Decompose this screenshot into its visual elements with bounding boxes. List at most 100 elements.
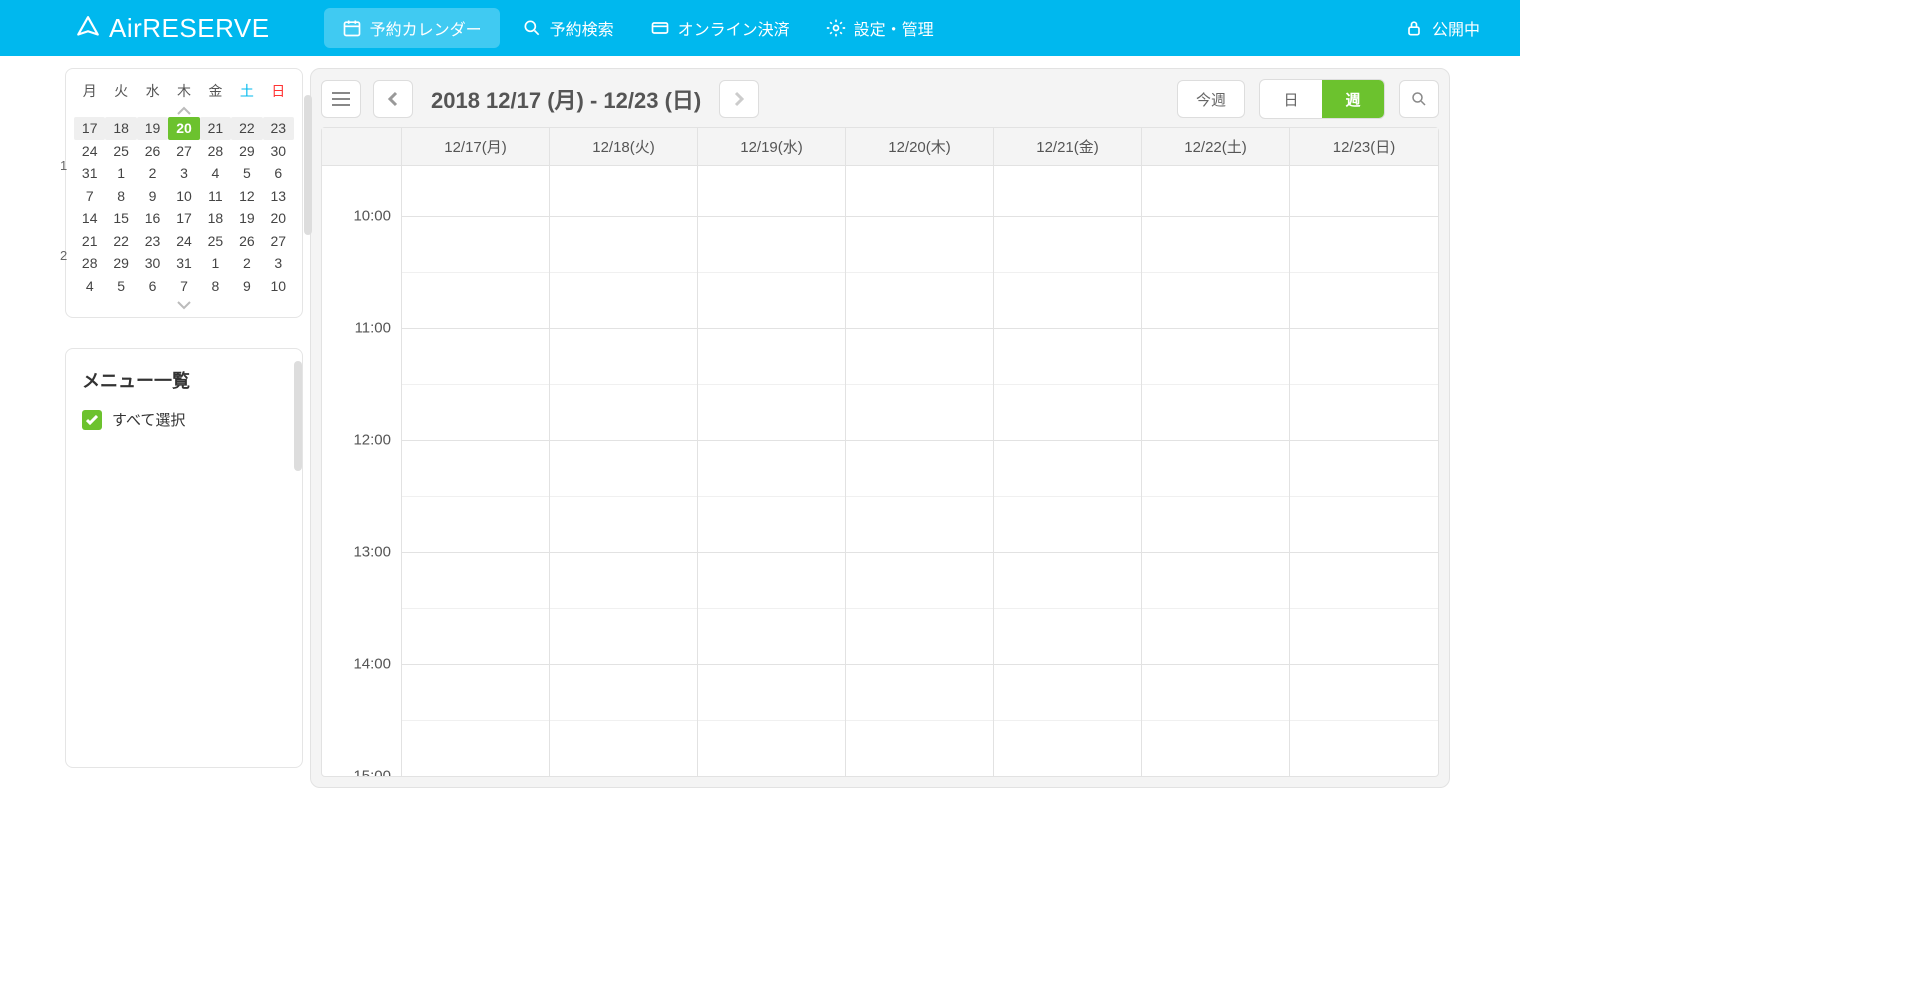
next-week-button[interactable] [719,80,759,118]
chevron-left-icon [387,91,399,107]
day-column[interactable] [550,166,698,776]
mini-cal-day[interactable]: 25 [105,140,136,163]
mini-cal-day[interactable]: 24 [168,230,199,253]
mini-cal-day[interactable]: 20 [263,207,294,230]
wd-thu: 木 [168,81,199,101]
mini-cal-day[interactable]: 4 [200,162,231,185]
mini-cal-day[interactable]: 15 [105,207,136,230]
mini-cal-day[interactable]: 7 [74,185,105,208]
mini-cal-grid: 1718192021222324252627282930311234567891… [74,117,294,297]
content: 月 火 水 木 金 土 日 1 2 1718192021222324252627… [0,56,1520,788]
mini-cal-day[interactable]: 1 [105,162,136,185]
mini-cal-day[interactable]: 30 [263,140,294,163]
mini-cal-day[interactable]: 5 [231,162,262,185]
mini-cal-day[interactable]: 10 [168,185,199,208]
mini-cal-day[interactable]: 9 [137,185,168,208]
day-column[interactable] [1142,166,1290,776]
select-all-label: すべて選択 [112,409,185,430]
mini-cal-day[interactable]: 2 [231,252,262,275]
calendar-body[interactable]: 10:0011:0012:0013:0014:0015:00 [322,166,1438,776]
mini-cal-day[interactable]: 7 [168,275,199,298]
mini-cal-day[interactable]: 30 [137,252,168,275]
calendar-day-headers: 12/17(月) 12/18(火) 12/19(水) 12/20(木) 12/2… [322,128,1438,166]
mini-cal-day[interactable]: 6 [263,162,294,185]
mini-cal-day[interactable]: 23 [263,117,294,140]
view-week-button[interactable]: 週 [1322,80,1384,118]
today-button[interactable]: 今週 [1177,80,1245,118]
mini-cal-day[interactable]: 17 [168,207,199,230]
mini-cal-day[interactable]: 18 [200,207,231,230]
mini-cal-next[interactable] [74,297,294,311]
mini-cal-day[interactable]: 27 [263,230,294,253]
mini-calendar: 月 火 水 木 金 土 日 1 2 1718192021222324252627… [65,68,303,318]
mini-cal-day[interactable]: 31 [74,162,105,185]
day-column[interactable] [698,166,846,776]
mini-cal-day[interactable]: 16 [137,207,168,230]
hamburger-icon [332,92,350,106]
mini-cal-day[interactable]: 12 [231,185,262,208]
mini-cal-day[interactable]: 20 [168,117,199,140]
mini-cal-day[interactable]: 28 [74,252,105,275]
mini-cal-day[interactable]: 5 [105,275,136,298]
mini-cal-day[interactable]: 22 [231,117,262,140]
toolbar-menu-button[interactable] [321,80,361,118]
mini-cal-body: 1 2 171819202122232425262728293031123456… [74,117,294,297]
day-column[interactable] [402,166,550,776]
nav-settings-label: 設定・管理 [854,16,934,40]
time-column: 10:0011:0012:0013:0014:0015:00 [322,166,402,776]
view-day-button[interactable]: 日 [1260,80,1322,118]
mini-cal-day[interactable]: 14 [74,207,105,230]
calendar-icon [342,18,362,38]
mini-cal-day[interactable]: 18 [105,117,136,140]
mini-cal-day[interactable]: 19 [231,207,262,230]
mini-cal-day[interactable]: 25 [200,230,231,253]
day-column[interactable] [994,166,1142,776]
nav-search[interactable]: 予約検索 [504,0,632,56]
mini-cal-day[interactable]: 1 [200,252,231,275]
mini-cal-day[interactable]: 4 [74,275,105,298]
mini-cal-day[interactable]: 6 [137,275,168,298]
mini-cal-day[interactable]: 26 [231,230,262,253]
nav-settings[interactable]: 設定・管理 [808,0,952,56]
nav-payment[interactable]: オンライン決済 [632,0,808,56]
mini-cal-day[interactable]: 24 [74,140,105,163]
calendar-search-button[interactable] [1399,80,1439,118]
nav-calendar[interactable]: 予約カレンダー [324,8,500,48]
mini-cal-day[interactable]: 21 [74,230,105,253]
logo[interactable]: AirRESERVE [75,13,270,44]
mini-cal-day[interactable]: 10 [263,275,294,298]
day-header: 12/17(月) [402,128,550,165]
day-column[interactable] [846,166,994,776]
mini-cal-day[interactable]: 22 [105,230,136,253]
mini-cal-day[interactable]: 3 [263,252,294,275]
mini-cal-prev[interactable] [74,103,294,117]
wd-sat: 土 [231,81,262,101]
mini-cal-day[interactable]: 26 [137,140,168,163]
day-column[interactable] [1290,166,1438,776]
mini-cal-day[interactable]: 13 [263,185,294,208]
mini-cal-day[interactable]: 29 [231,140,262,163]
chevron-right-icon [733,91,745,107]
mini-cal-day[interactable]: 8 [200,275,231,298]
mini-cal-day[interactable]: 2 [137,162,168,185]
mini-cal-day[interactable]: 3 [168,162,199,185]
today-button-label: 今週 [1196,89,1226,110]
menu-scrollbar[interactable] [294,361,302,471]
nav-search-label: 予約検索 [550,16,614,40]
mini-cal-day[interactable]: 29 [105,252,136,275]
select-all-checkbox[interactable]: すべて選択 [82,409,286,430]
mini-cal-scrollbar[interactable] [304,95,312,235]
mini-cal-day[interactable]: 21 [200,117,231,140]
mini-cal-day[interactable]: 27 [168,140,199,163]
mini-cal-day[interactable]: 19 [137,117,168,140]
mini-cal-day[interactable]: 31 [168,252,199,275]
mini-cal-day[interactable]: 23 [137,230,168,253]
prev-week-button[interactable] [373,80,413,118]
mini-cal-day[interactable]: 9 [231,275,262,298]
publish-status[interactable]: 公開中 [1404,16,1480,40]
time-label: 14:00 [353,656,391,673]
mini-cal-day[interactable]: 11 [200,185,231,208]
mini-cal-day[interactable]: 28 [200,140,231,163]
mini-cal-day[interactable]: 17 [74,117,105,140]
mini-cal-day[interactable]: 8 [105,185,136,208]
